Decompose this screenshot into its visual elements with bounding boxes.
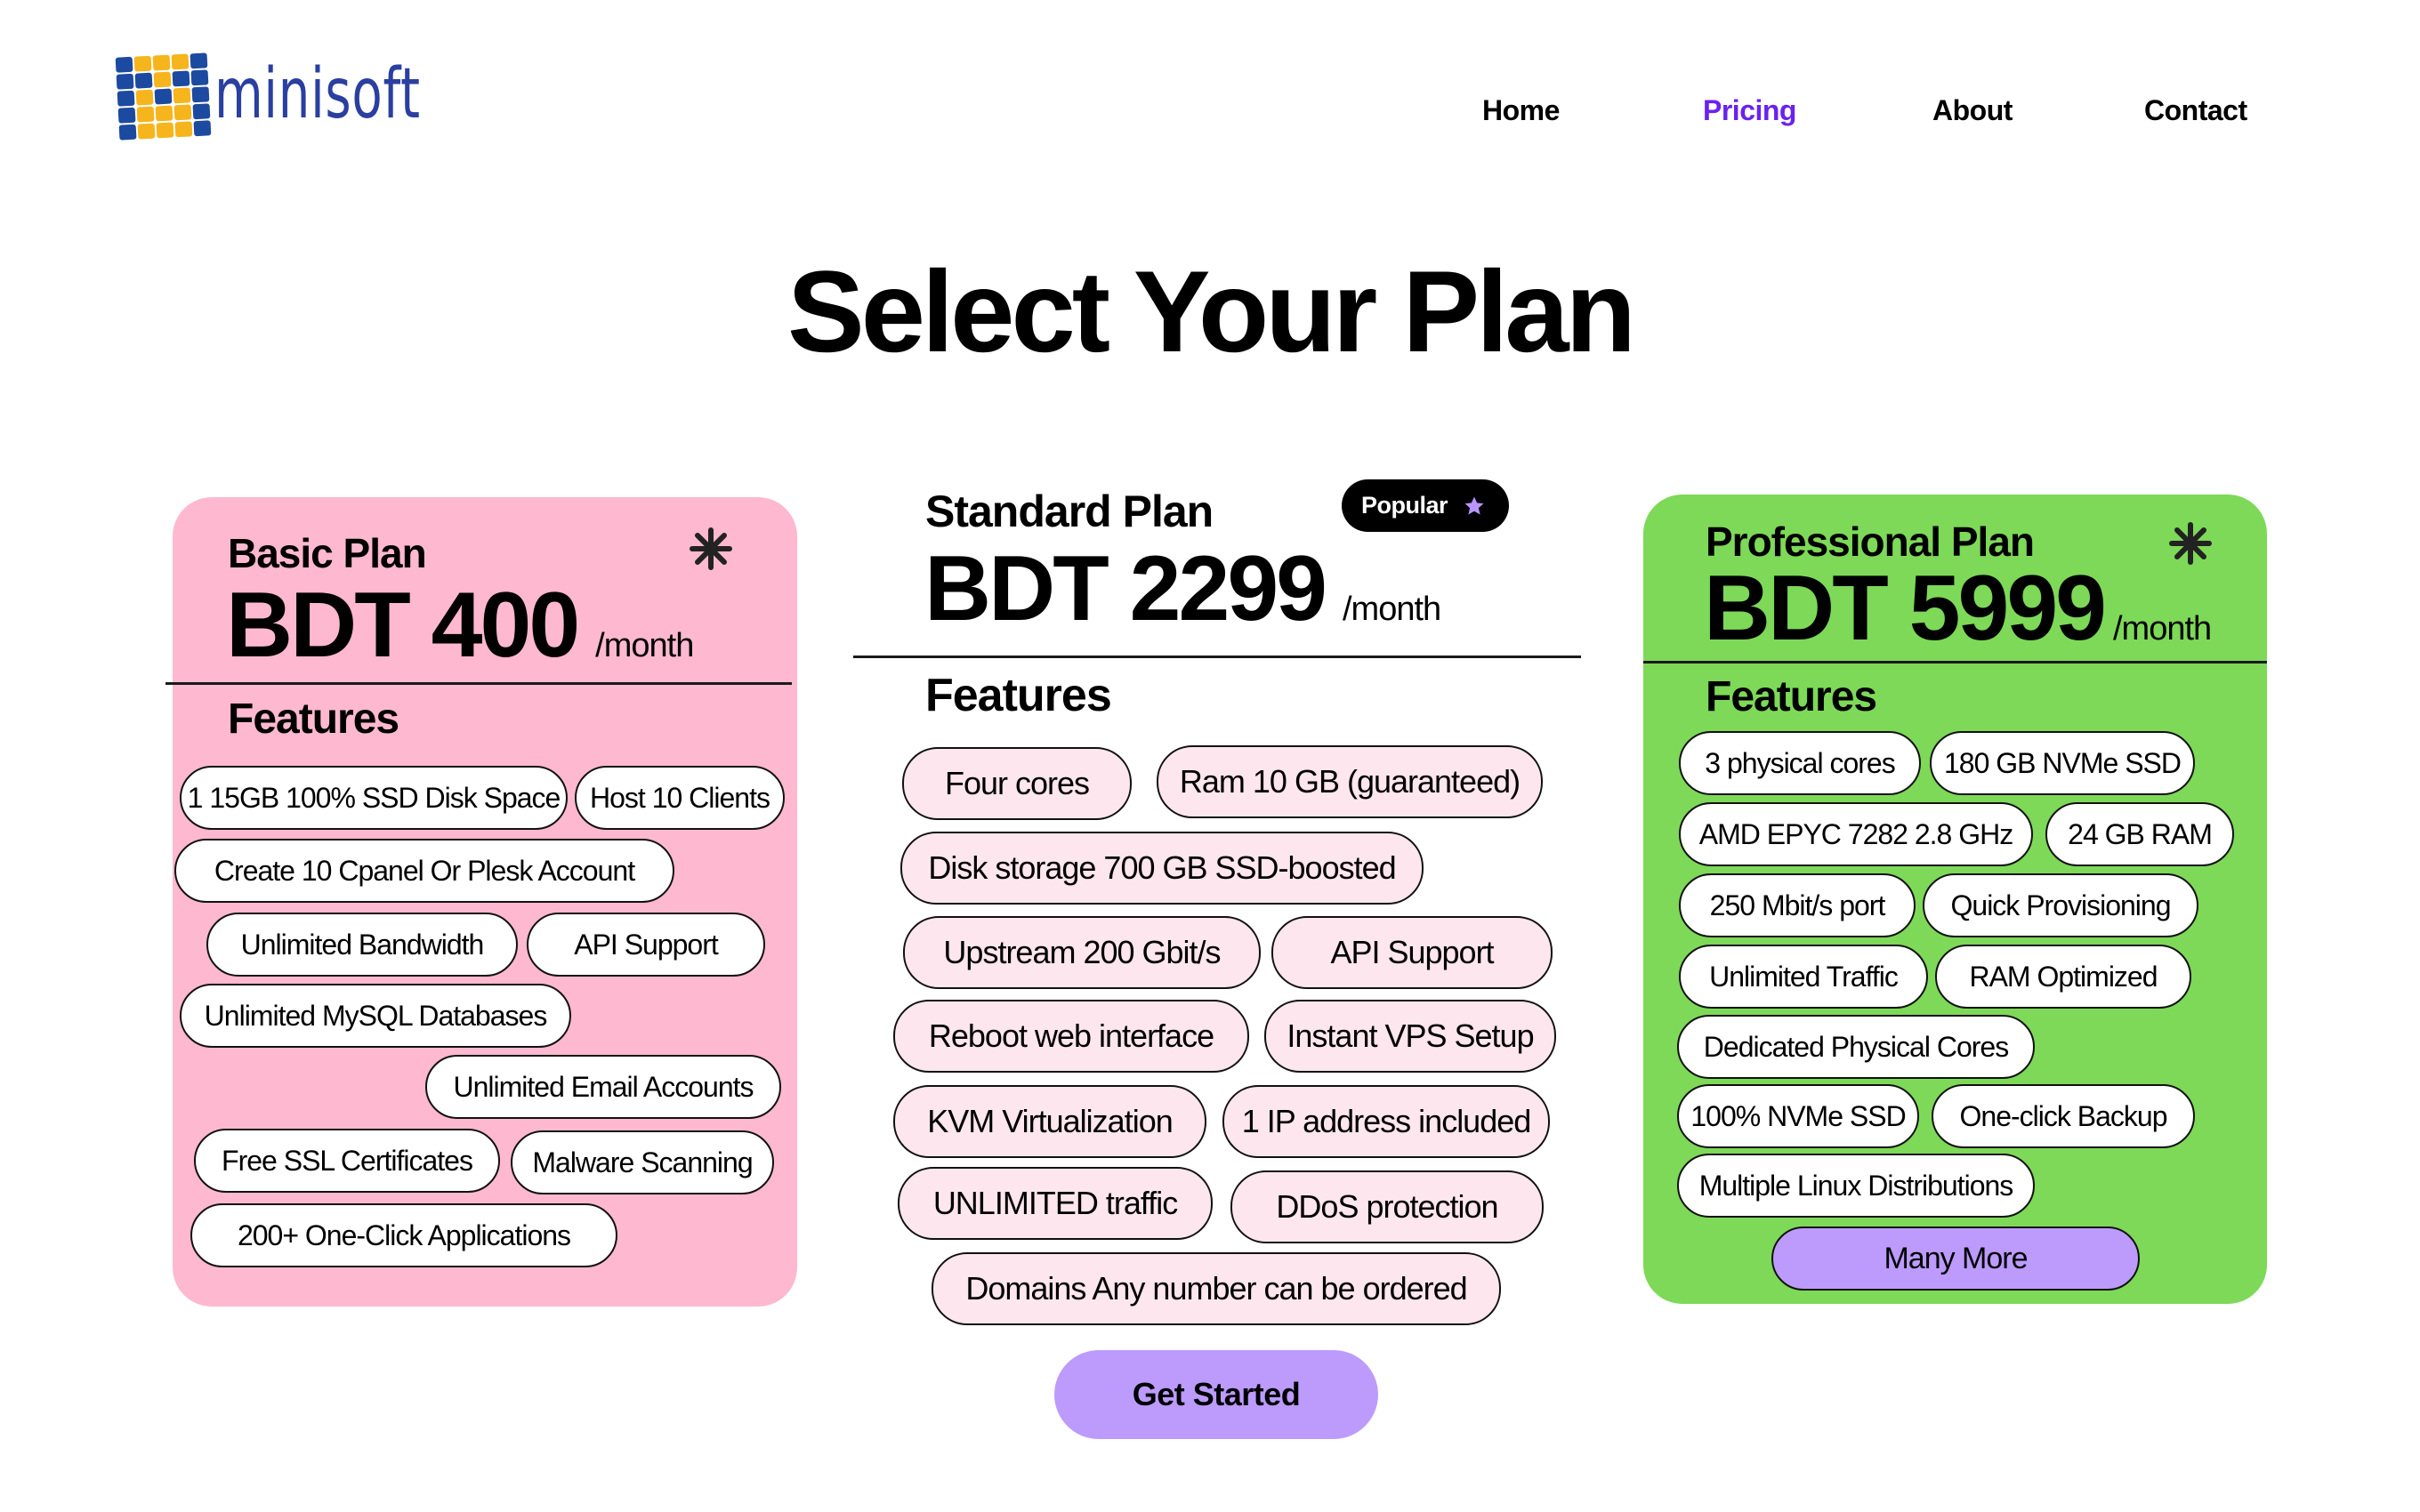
plan-period: /month (2113, 610, 2212, 647)
feature-chip: Quick Provisioning (1923, 873, 2198, 937)
nav-pricing[interactable]: Pricing (1703, 94, 1796, 127)
feature-chip: RAM Optimized (1935, 945, 2191, 1009)
page-title: Select Your Plan (787, 246, 1636, 376)
star-icon (1464, 496, 1484, 514)
feature-chip: Dedicated Physical Cores (1677, 1015, 2035, 1079)
feature-chip: 250 Mbit/s port (1679, 873, 1916, 937)
badge-label: Popular (1361, 492, 1448, 519)
features-title: Features (228, 696, 399, 743)
plan-card-basic: Basic Plan BDT 400 /month Features 1 15G… (165, 497, 797, 1307)
plan-period: /month (595, 627, 694, 664)
main-nav: Home Pricing About Contact (0, 94, 2420, 139)
feature-chip: UNLIMITED traffic (898, 1167, 1213, 1240)
feature-chip: 1 IP address included (1222, 1085, 1550, 1158)
feature-chip: Ram 10 GB (guaranteed) (1157, 745, 1543, 818)
asterisk-icon (690, 527, 732, 570)
nav-home[interactable]: Home (1482, 94, 1560, 127)
popular-badge: Popular (1342, 479, 1509, 532)
feature-chip: 200+ One-Click Applications (190, 1203, 617, 1267)
plan-name: Basic Plan (228, 530, 427, 576)
plan-period: /month (1343, 591, 1441, 628)
feature-chip: Malware Scanning (511, 1130, 774, 1194)
feature-chip: Unlimited Traffic (1679, 945, 1928, 1009)
divider (165, 682, 792, 685)
feature-chip: API Support (1271, 916, 1553, 989)
feature-chip: Unlimited Bandwidth (206, 913, 518, 977)
feature-chip: 180 GB NVMe SSD (1930, 731, 2195, 795)
features-title: Features (1706, 673, 1877, 720)
plan-price: BDT 400 (226, 574, 580, 677)
feature-chip: Upstream 200 Gbit/s (903, 916, 1261, 989)
get-started-button[interactable]: Get Started (1054, 1350, 1378, 1439)
many-more-button[interactable]: Many More (1771, 1226, 2140, 1291)
feature-chip: 3 physical cores (1679, 731, 1921, 795)
feature-chip: Create 10 Cpanel Or Plesk Account (174, 839, 674, 903)
feature-chip: Multiple Linux Distributions (1677, 1154, 2035, 1218)
nav-about[interactable]: About (1932, 94, 2013, 127)
feature-chip: 1 15GB 100% SSD Disk Space (180, 766, 568, 830)
price-row: BDT 400 /month (226, 574, 694, 677)
feature-chip: AMD EPYC 7282 2.8 GHz (1679, 802, 2033, 866)
divider (853, 655, 1581, 658)
plan-price: BDT 2299 (924, 537, 1327, 640)
feature-chip: KVM Virtualization (893, 1085, 1206, 1158)
feature-chip: API Support (527, 913, 765, 977)
plan-name: Standard Plan (925, 487, 1214, 536)
features-title: Features (925, 670, 1112, 721)
feature-chip: Instant VPS Setup (1264, 1000, 1556, 1073)
feature-chip: Domains Any number can be ordered (932, 1252, 1501, 1325)
plan-card-professional: Professional Plan BDT 5999 /month Featur… (1643, 495, 2267, 1304)
feature-chip: Host 10 Clients (575, 766, 785, 830)
feature-chip: Disk storage 700 GB SSD-boosted (900, 832, 1424, 905)
feature-chip: Unlimited Email Accounts (425, 1055, 781, 1119)
price-row: BDT 2299 /month (924, 537, 1441, 640)
asterisk-icon (2169, 522, 2212, 565)
feature-chip: Four cores (902, 747, 1132, 820)
price-row: BDT 5999 /month (1704, 557, 2212, 660)
feature-chip: DDoS protection (1230, 1170, 1544, 1243)
nav-contact[interactable]: Contact (2144, 94, 2247, 127)
feature-chip: 100% NVMe SSD (1677, 1084, 1919, 1148)
feature-chip: 24 GB RAM (2045, 802, 2234, 866)
feature-chip: Unlimited MySQL Databases (180, 984, 571, 1048)
divider (1643, 661, 2267, 664)
feature-chip: One-click Backup (1932, 1084, 2195, 1148)
plan-price: BDT 5999 (1704, 557, 2107, 660)
feature-chip: Free SSL Certificates (194, 1129, 500, 1193)
feature-chip: Reboot web interface (893, 1000, 1249, 1073)
plan-card-standard: Standard Plan Popular BDT 2299 /month Fe… (853, 471, 1581, 1439)
